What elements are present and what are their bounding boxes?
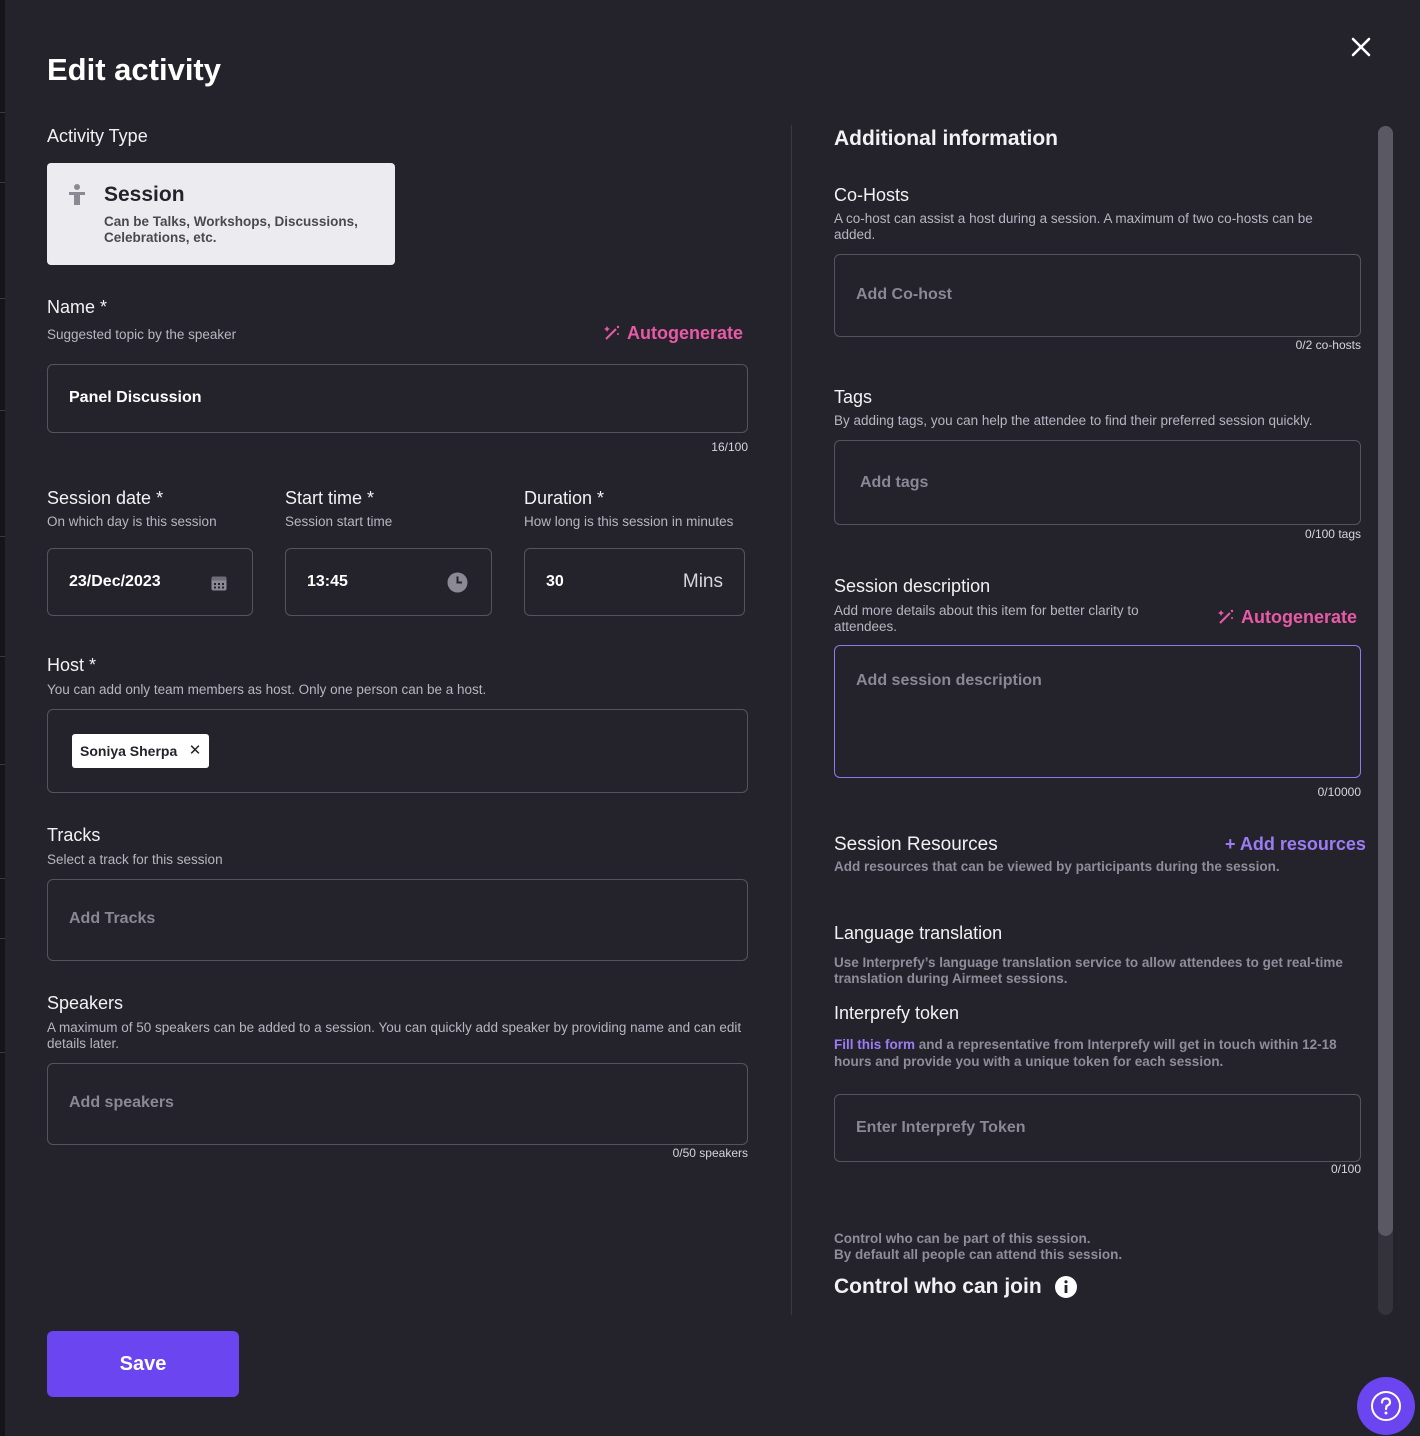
start-time-label: Start time * — [285, 488, 375, 508]
host-chip: Soniya Sherpa ✕ — [72, 734, 210, 768]
session-date-field[interactable]: 23/Dec/2023 — [47, 548, 253, 616]
activity-type-label: Activity Type — [47, 126, 148, 146]
translation-label: Language translation — [834, 923, 1003, 943]
host-field[interactable]: Soniya Sherpa ✕ — [47, 709, 748, 793]
description-placeholder: Add session description — [856, 672, 1042, 689]
duration-label: Duration * — [524, 488, 605, 508]
description-counter: 0/10000 — [1317, 785, 1361, 799]
tracks-placeholder: Add Tracks — [69, 910, 156, 927]
speakers-label: Speakers — [47, 993, 124, 1013]
background-edge — [0, 0, 5, 1436]
column-divider — [791, 125, 792, 1315]
name-counter: 16/100 — [711, 440, 748, 454]
fill-form-link[interactable]: Fill this form — [834, 1037, 915, 1052]
tracks-field[interactable]: Add Tracks — [47, 879, 748, 961]
activity-type-desc: Can be Talks, Workshops, Discussions, Ce… — [104, 214, 358, 245]
session-date-help: On which day is this session — [47, 514, 217, 529]
description-autogenerate-label: Autogenerate — [1241, 607, 1358, 627]
control-help-2: By default all people can attend this se… — [834, 1247, 1123, 1262]
start-time-help: Session start time — [285, 514, 393, 529]
activity-type-title: Session — [104, 183, 185, 206]
question-icon — [1371, 1391, 1401, 1421]
info-icon[interactable] — [1055, 1276, 1077, 1298]
start-time-field[interactable]: 13:45 — [285, 548, 492, 616]
resources-label: Session Resources — [834, 834, 998, 855]
additional-heading: Additional information — [834, 127, 1058, 150]
session-date-label: Session date * — [47, 488, 164, 508]
close-icon[interactable] — [1346, 32, 1376, 62]
description-help: Add more details about this item for bet… — [834, 603, 1139, 634]
tags-label: Tags — [834, 387, 873, 407]
name-label: Name * — [47, 297, 108, 317]
name-autogenerate-label: Autogenerate — [627, 323, 744, 343]
host-label: Host * — [47, 655, 97, 675]
tags-placeholder: Add tags — [860, 474, 929, 491]
name-input[interactable]: Panel Discussion — [47, 364, 748, 433]
control-help-1: Control who can be part of this session. — [834, 1231, 1091, 1246]
magic-wand-icon — [604, 325, 620, 340]
translation-help: Use Interprefy’s language translation se… — [834, 955, 1343, 986]
description-textarea[interactable]: Add session description — [834, 645, 1361, 778]
magic-wand-icon — [1218, 609, 1234, 624]
control-who-can-join-label: Control who can join — [834, 1275, 1042, 1298]
name-autogenerate-button[interactable]: Autogenerate — [603, 323, 743, 344]
cohost-input[interactable]: Add Co-host — [834, 254, 1361, 337]
interprefy-counter: 0/100 — [1330, 1162, 1361, 1176]
speakers-counter: 0/50 speakers — [672, 1146, 748, 1160]
activity-type-session-card[interactable]: Session Can be Talks, Workshops, Discuss… — [47, 163, 395, 265]
cohosts-counter: 0/2 co-hosts — [1295, 338, 1361, 352]
interprefy-placeholder: Enter Interprefy Token — [856, 1119, 1026, 1136]
name-value: Panel Discussion — [69, 389, 202, 406]
chip-remove-icon[interactable]: ✕ — [189, 734, 202, 768]
tags-input[interactable]: Add tags — [834, 440, 1361, 525]
description-autogenerate-button[interactable]: Autogenerate — [1217, 607, 1357, 628]
duration-field[interactable]: 30 Mins — [524, 548, 745, 616]
interprefy-help: Fill this form and a representative from… — [834, 1036, 1359, 1070]
tracks-label: Tracks — [47, 825, 101, 845]
cohosts-label: Co-Hosts — [834, 185, 910, 205]
podium-icon — [69, 184, 85, 205]
duration-unit: Mins — [682, 571, 723, 592]
host-help: You can add only team members as host. O… — [47, 682, 487, 697]
speakers-field[interactable]: Add speakers — [47, 1063, 748, 1145]
duration-help: How long is this session in minutes — [524, 514, 734, 529]
speakers-placeholder: Add speakers — [69, 1094, 174, 1111]
calendar-icon — [211, 576, 227, 591]
interprefy-token-input[interactable]: Enter Interprefy Token — [834, 1094, 1361, 1162]
name-help: Suggested topic by the speaker — [47, 327, 237, 342]
start-time-value: 13:45 — [307, 573, 348, 590]
tracks-help: Select a track for this session — [47, 852, 223, 867]
scrollbar-thumb[interactable] — [1378, 126, 1393, 1236]
cohosts-help: A co-host can assist a host during a ses… — [834, 211, 1313, 242]
speakers-help: A maximum of 50 speakers can be added to… — [47, 1020, 742, 1051]
save-button[interactable]: Save — [47, 1331, 239, 1397]
resources-help: Add resources that can be viewed by part… — [834, 859, 1280, 874]
cohost-placeholder: Add Co-host — [856, 286, 952, 303]
tags-help: By adding tags, you can help the attende… — [834, 413, 1313, 428]
interprefy-token-label: Interprefy token — [834, 1003, 960, 1023]
duration-value: 30 — [546, 573, 564, 590]
dialog-title: Edit activity — [47, 52, 221, 87]
session-date-value: 23/Dec/2023 — [69, 573, 161, 590]
add-resources-button[interactable]: + Add resources — [1225, 834, 1366, 855]
tags-counter: 0/100 tags — [1304, 527, 1361, 541]
description-label: Session description — [834, 576, 991, 596]
help-button[interactable] — [1357, 1377, 1415, 1435]
clock-icon — [447, 572, 468, 593]
host-chip-label: Soniya Sherpa — [80, 743, 178, 759]
